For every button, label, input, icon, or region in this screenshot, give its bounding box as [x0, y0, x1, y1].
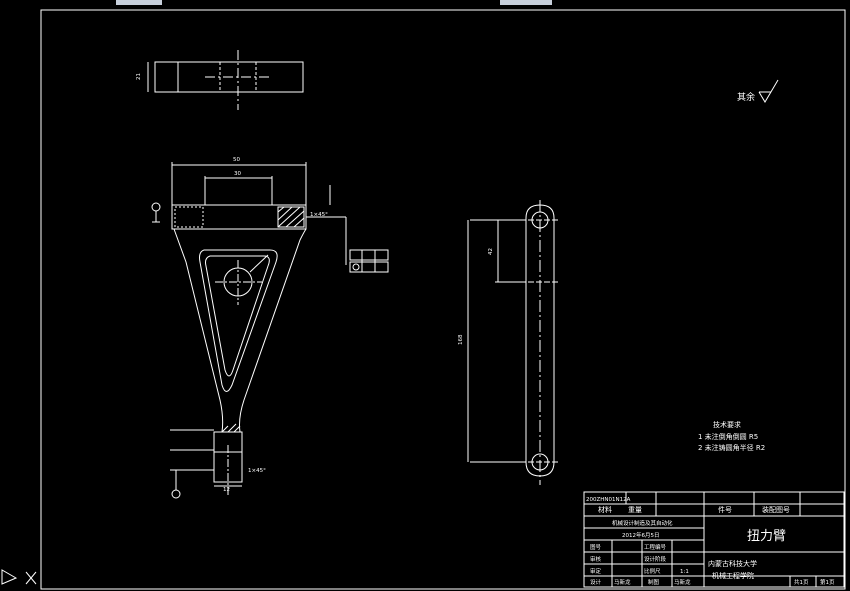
- designer-name: 马新龙: [614, 578, 631, 586]
- top-view: [147, 50, 304, 110]
- university-name: 内蒙古科技大学: [708, 559, 757, 568]
- material-value: 重量: [628, 506, 642, 514]
- dim-side-small: 42: [488, 248, 494, 255]
- tech-req-title: 技术要求: [713, 420, 741, 429]
- row-label-2: 审核: [590, 555, 602, 563]
- dim-chamfer: 1×45°: [310, 212, 328, 218]
- row-label-3: 审定: [590, 567, 602, 575]
- date-label: 2012年6月5日: [622, 531, 660, 539]
- sheet-count: 共1页: [794, 578, 809, 586]
- front-view: [151, 162, 389, 499]
- dim-top-width: 50: [233, 157, 240, 163]
- dim-thickness: 21: [136, 73, 142, 80]
- assembly-label: 装配图号: [762, 505, 790, 514]
- tech-req-item-2: 2 未注铸圆角半径 R2: [698, 443, 765, 452]
- page-number: 第1页: [820, 578, 835, 586]
- course-label: 机械设计制造及其自动化: [612, 519, 673, 527]
- dim-bottom-boss: 12: [223, 487, 230, 493]
- dim-side-total: 168: [458, 334, 464, 345]
- row-label-4: 设计: [590, 578, 602, 586]
- drawn-by: 马新龙: [674, 578, 691, 586]
- row-value-1: 工程编号: [644, 543, 667, 551]
- material-label: 材料: [598, 505, 612, 514]
- row-value-2: 设计阶段: [644, 555, 667, 563]
- part-name: 扭力臂: [747, 529, 786, 544]
- part-no-label: 件号: [718, 505, 732, 514]
- drawing-number: 200ZHN01N12A: [586, 497, 631, 503]
- row-value-3: 比例尺: [644, 567, 661, 575]
- surface-finish-label: 其余: [737, 91, 755, 103]
- cad-canvas[interactable]: 21 50 30 1×45° 1×45° 12 42 168 其余 技术要求 1…: [0, 0, 850, 591]
- dim-top-inner: 30: [234, 171, 241, 177]
- row-label-1: 图号: [590, 543, 602, 551]
- drawn-label: 制图: [648, 578, 660, 586]
- dim-chamfer-bottom: 1×45°: [248, 468, 266, 474]
- tech-req-item-1: 1 未注倒角倒圆 R5: [698, 432, 758, 441]
- drawing-border: [40, 9, 846, 590]
- scale-value: 1:1: [680, 569, 689, 575]
- side-view: [467, 200, 560, 485]
- ucs-icon: [1, 569, 37, 585]
- college-name: 机械工程学院: [712, 571, 754, 580]
- surface-finish-icon: [758, 79, 779, 103]
